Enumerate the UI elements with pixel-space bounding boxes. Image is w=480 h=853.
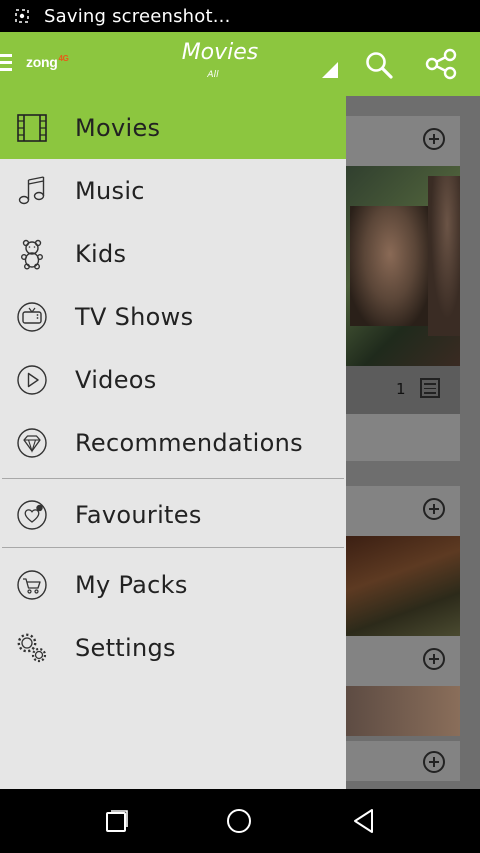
drawer-item-recommendations[interactable]: Recommendations xyxy=(0,411,346,474)
movie-poster[interactable] xyxy=(340,166,460,366)
cart-icon xyxy=(17,570,47,600)
dropdown-triangle-icon[interactable] xyxy=(322,62,338,78)
drawer-item-label: My Packs xyxy=(75,570,188,599)
app-bar: zong4G Movies All xyxy=(0,32,480,96)
system-nav-bar xyxy=(0,789,480,853)
movie-card[interactable]: 1 xyxy=(340,116,460,461)
play-circle-icon xyxy=(17,365,47,395)
drawer-item-label: Movies xyxy=(75,113,161,142)
drawer-item-label: Videos xyxy=(75,365,157,394)
movie-card[interactable] xyxy=(340,741,460,781)
drawer-item-label: Favourites xyxy=(75,500,202,529)
screenshot-icon xyxy=(0,0,44,32)
drawer-item-movies[interactable]: Movies xyxy=(0,96,346,159)
drawer-item-kids[interactable]: Kids xyxy=(0,222,346,285)
recents-icon[interactable] xyxy=(102,807,130,835)
drawer-item-videos[interactable]: Videos xyxy=(0,348,346,411)
zong-logo: zong4G xyxy=(26,54,69,70)
share-icon[interactable] xyxy=(424,48,458,80)
add-icon[interactable] xyxy=(423,751,445,773)
drawer-item-label: Music xyxy=(75,176,145,205)
episode-count: 1 xyxy=(396,380,406,398)
movie-card[interactable] xyxy=(340,636,460,736)
menu-icon[interactable] xyxy=(0,54,12,74)
drawer-divider xyxy=(2,478,344,479)
drawer-item-label: Settings xyxy=(75,633,176,662)
music-note-icon xyxy=(18,176,45,205)
drawer-item-settings[interactable]: Settings xyxy=(0,616,346,679)
status-bar: Saving screenshot... xyxy=(0,0,480,32)
page-subtitle: All xyxy=(207,70,219,80)
teddy-bear-icon xyxy=(20,239,44,270)
page-title[interactable]: Movies xyxy=(170,40,270,65)
add-icon[interactable] xyxy=(423,498,445,520)
drawer-item-label: Recommendations xyxy=(75,428,303,457)
heart-icon xyxy=(17,500,47,530)
movie-card-meta: 1 xyxy=(340,366,460,414)
drawer-item-favourites[interactable]: Favourites xyxy=(0,483,346,546)
tv-icon xyxy=(17,302,47,332)
film-icon xyxy=(17,114,47,142)
navigation-drawer: Movies Music Kids TV Shows Videos Recomm… xyxy=(0,96,346,789)
movie-poster[interactable] xyxy=(340,686,460,736)
list-icon xyxy=(420,378,440,398)
status-notification-text: Saving screenshot... xyxy=(44,5,231,27)
search-icon[interactable] xyxy=(364,50,394,80)
add-icon[interactable] xyxy=(423,648,445,670)
drawer-item-label: TV Shows xyxy=(75,302,194,331)
add-icon[interactable] xyxy=(423,128,445,150)
movie-poster[interactable] xyxy=(340,536,460,636)
diamond-icon xyxy=(17,428,47,458)
drawer-item-label: Kids xyxy=(75,239,127,268)
home-icon[interactable] xyxy=(225,807,253,835)
movie-card[interactable] xyxy=(340,486,460,636)
drawer-item-music[interactable]: Music xyxy=(0,159,346,222)
gears-icon xyxy=(17,633,47,663)
drawer-divider xyxy=(2,547,344,548)
drawer-item-tv-shows[interactable]: TV Shows xyxy=(0,285,346,348)
drawer-item-my-packs[interactable]: My Packs xyxy=(0,553,346,616)
back-icon[interactable] xyxy=(350,807,378,835)
